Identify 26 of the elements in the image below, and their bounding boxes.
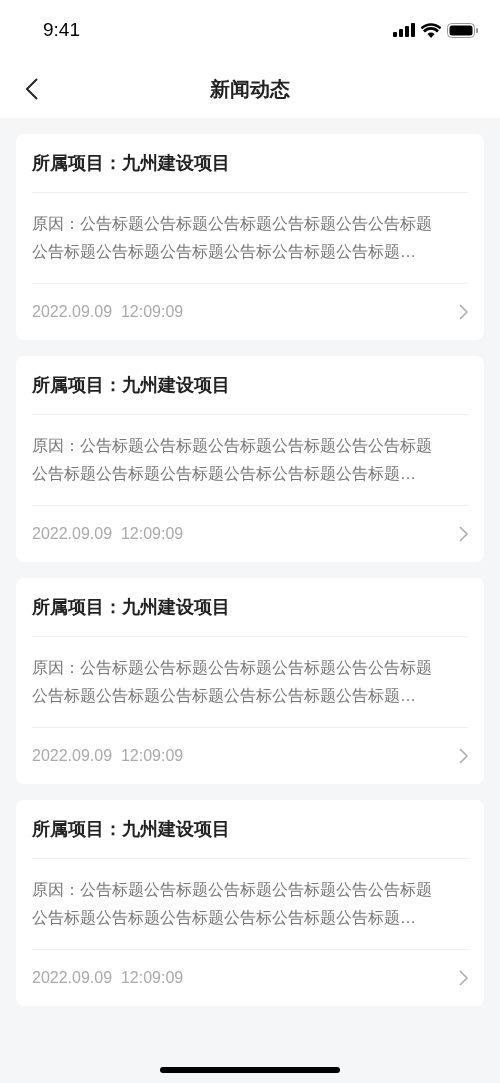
project-title: 所属项目：九州建设项目 xyxy=(32,578,468,637)
news-datetime: 2022.09.09 12:09:09 xyxy=(32,302,184,322)
back-icon xyxy=(25,77,39,101)
project-title: 所属项目：九州建设项目 xyxy=(32,134,468,193)
reason-text: 原因：公告标题公告标题公告标题公告标题公告公告标题 公告标题公告标题公告标题公告标公告标题公告标题… xyxy=(32,415,468,506)
project-title: 所属项目：九州建设项目 xyxy=(32,356,468,415)
news-datetime: 2022.09.09 12:09:09 xyxy=(32,746,184,766)
chevron-right-icon xyxy=(459,304,468,320)
battery-icon xyxy=(447,22,478,38)
reason-text: 原因：公告标题公告标题公告标题公告标题公告公告标题 公告标题公告标题公告标题公告标公告标题公告标题… xyxy=(32,193,468,284)
news-datetime: 2022.09.09 12:09:09 xyxy=(32,968,184,988)
news-card[interactable]: 所属项目：九州建设项目 原因：公告标题公告标题公告标题公告标题公告公告标题 公告标题公告标题公告标题公告标公告标题公告标题… 2022.09.09 12:09:09 xyxy=(16,134,484,340)
wifi-icon xyxy=(421,22,441,38)
project-title: 所属项目：九州建设项目 xyxy=(32,800,468,859)
news-card[interactable]: 所属项目：九州建设项目 原因：公告标题公告标题公告标题公告标题公告公告标题 公告标题公告标题公告标题公告标公告标题公告标题… 2022.09.09 12:09:09 xyxy=(16,800,484,1006)
news-card[interactable]: 所属项目：九州建设项目 原因：公告标题公告标题公告标题公告标题公告公告标题 公告标题公告标题公告标题公告标公告标题公告标题… 2022.09.09 12:09:09 xyxy=(16,578,484,784)
status-time: 9:41 xyxy=(43,17,80,42)
chevron-right-icon xyxy=(459,970,468,986)
chevron-right-icon xyxy=(459,748,468,764)
reason-text: 原因：公告标题公告标题公告标题公告标题公告公告标题 公告标题公告标题公告标题公告标公告标题公告标题… xyxy=(32,637,468,728)
chevron-right-icon xyxy=(459,526,468,542)
page-title: 新闻动态 xyxy=(210,77,290,102)
news-card[interactable]: 所属项目：九州建设项目 原因：公告标题公告标题公告标题公告标题公告公告标题 公告标题公告标题公告标题公告标公告标题公告标题… 2022.09.09 12:09:09 xyxy=(16,356,484,562)
signal-icon xyxy=(393,23,415,37)
reason-text: 原因：公告标题公告标题公告标题公告标题公告公告标题 公告标题公告标题公告标题公告标公告标题公告标题… xyxy=(32,859,468,950)
news-datetime: 2022.09.09 12:09:09 xyxy=(32,524,184,544)
